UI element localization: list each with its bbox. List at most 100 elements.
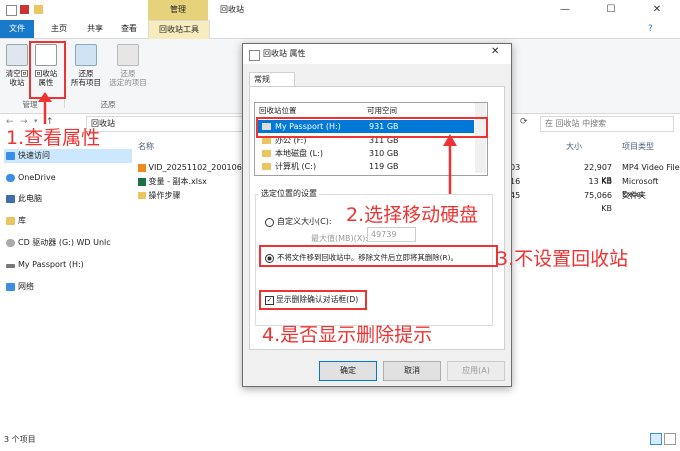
- column-name[interactable]: 名称: [138, 141, 154, 152]
- highlight-confirm-checkbox: [259, 290, 367, 310]
- nav-label: 库: [18, 216, 26, 225]
- file-name: 变量 - 副本.xlsx: [148, 177, 207, 186]
- nav-label: 此电脑: [18, 194, 42, 203]
- status-bar: 3 个项目: [4, 435, 36, 444]
- nav-quick-access[interactable]: 快速访问: [4, 149, 132, 163]
- properties-quick-icon[interactable]: [20, 5, 29, 14]
- max-size-label: 最大值(MB)(X):: [311, 234, 369, 243]
- location-space: 119 GB: [369, 162, 399, 171]
- drive-icon: [262, 150, 271, 157]
- drive-icon: [262, 163, 271, 170]
- details-view-icon[interactable]: [650, 433, 662, 445]
- recycle-bin-icon: [6, 44, 28, 66]
- apply-button[interactable]: 应用(A): [447, 361, 505, 381]
- tab-view[interactable]: 查看: [114, 20, 144, 38]
- column-size[interactable]: 大小: [566, 141, 582, 152]
- max-size-input[interactable]: 49739: [367, 227, 416, 242]
- dialog-close-button[interactable]: ✕: [491, 46, 499, 57]
- refresh-icon[interactable]: ⟳: [520, 117, 528, 127]
- drive-icon: [262, 137, 271, 144]
- ok-button[interactable]: 确定: [319, 361, 377, 381]
- nav-label: 网络: [18, 282, 34, 291]
- maximize-button[interactable]: ☐: [588, 0, 634, 20]
- annotation-step3: 3.不设置回收站: [496, 248, 629, 270]
- tab-home[interactable]: 主页: [44, 20, 74, 38]
- location-name: 本地磁盘 (L:): [275, 149, 323, 158]
- highlight-no-recycle: [259, 245, 498, 267]
- restore-selected-label: 还原: [120, 69, 136, 78]
- context-tab-manage[interactable]: 管理: [148, 0, 208, 20]
- folder-quick-icon[interactable]: [34, 5, 43, 14]
- large-icons-view-icon[interactable]: [664, 433, 676, 445]
- nav-my-passport[interactable]: My Passport (H:): [4, 258, 84, 272]
- settings-label: 选定位置的设置: [259, 188, 319, 199]
- restore-selected-label-2: 选定的项目: [109, 78, 147, 87]
- annotation-step1: 1.查看属性: [6, 127, 101, 149]
- cancel-button[interactable]: 取消: [383, 361, 441, 381]
- folder-icon: [138, 192, 146, 199]
- empty-recycle-bin-button[interactable]: 清空回 收站: [4, 44, 30, 87]
- file-type: 文件夹: [622, 191, 646, 200]
- arrow-step1: [38, 92, 52, 124]
- tab-recycle-tools[interactable]: 回收站工具: [148, 20, 210, 39]
- list-scrollbar[interactable]: [475, 103, 486, 173]
- nav-label: 快速访问: [18, 151, 50, 160]
- nav-onedrive[interactable]: OneDrive: [4, 171, 56, 185]
- tab-share[interactable]: 共享: [80, 20, 110, 38]
- search-input[interactable]: 在 回收站 中搜索: [540, 116, 674, 132]
- location-name: 计算机 (C:): [275, 162, 317, 171]
- file-row[interactable]: 操作步骤: [138, 189, 181, 202]
- restore-selected-icon: [117, 44, 139, 66]
- network-icon: [6, 283, 15, 291]
- file-size: 22,907 KB: [584, 163, 612, 185]
- star-icon: [6, 152, 15, 160]
- computer-icon: [6, 195, 15, 203]
- file-row[interactable]: 变量 - 副本.xlsx: [138, 175, 207, 188]
- empty-bin-label: 清空回: [5, 69, 29, 78]
- restore-all-label-2: 所有项目: [71, 78, 101, 87]
- file-size: 13 KB: [588, 177, 612, 186]
- nav-this-pc[interactable]: 此电脑: [4, 192, 42, 206]
- dialog-title: 回收站 属性: [263, 49, 306, 58]
- restore-all-label: 还原: [78, 69, 94, 78]
- drive-icon: [6, 264, 15, 268]
- nav-label: My Passport (H:): [18, 260, 84, 269]
- restore-icon: [75, 44, 97, 66]
- window-title: 回收站: [220, 5, 244, 14]
- minimize-button[interactable]: —: [542, 0, 588, 20]
- nav-cd-drive[interactable]: CD 驱动器 (G:) WD Unlc: [4, 236, 111, 250]
- nav-label: CD 驱动器 (G:) WD Unlc: [18, 238, 111, 247]
- custom-size-label: 自定义大小(C):: [277, 217, 332, 226]
- file-name: VID_20251102_200106...: [148, 163, 250, 172]
- column-type[interactable]: 项目类型: [622, 141, 654, 152]
- annotation-step4: 4.是否显示删除提示: [262, 324, 433, 346]
- excel-file-icon: [138, 177, 146, 186]
- nav-libraries[interactable]: 库: [4, 214, 26, 228]
- file-name: 操作步骤: [148, 191, 181, 200]
- nav-network[interactable]: 网络: [4, 280, 34, 294]
- close-button[interactable]: ✕: [634, 0, 680, 20]
- tab-file[interactable]: 文件: [0, 20, 34, 38]
- restore-selected-button[interactable]: 还原 选定的项目: [104, 44, 152, 87]
- library-icon: [6, 217, 15, 225]
- file-type: Microsoft Excel: [622, 177, 659, 199]
- help-icon[interactable]: ?: [648, 24, 653, 34]
- annotation-step2: 2.选择移动硬盘: [346, 204, 479, 226]
- custom-size-radio[interactable]: [265, 218, 274, 227]
- location-space: 310 GB: [369, 149, 399, 158]
- arrow-step2: [443, 134, 457, 194]
- tab-general[interactable]: 常规: [249, 72, 295, 87]
- recycle-bin-icon: [6, 5, 17, 16]
- restore-all-button[interactable]: 还原 所有项目: [68, 44, 104, 87]
- cloud-icon: [6, 174, 15, 182]
- explorer-window: 管理 回收站 — ☐ ✕ 文件 主页 共享 查看 回收站工具 ? 清空回 收站 …: [0, 0, 680, 451]
- empty-bin-label-2: 收站: [9, 78, 25, 87]
- file-row[interactable]: VID_20251102_200106...: [138, 161, 249, 174]
- group-restore-label: 还原: [100, 100, 116, 109]
- cd-drive-icon: [6, 239, 15, 247]
- file-type: MP4 Video File: [622, 163, 680, 172]
- file-size: 75,066 KB: [584, 191, 612, 213]
- nav-label: OneDrive: [18, 173, 56, 182]
- video-file-icon: [138, 163, 146, 172]
- highlight-properties-button: [29, 41, 66, 99]
